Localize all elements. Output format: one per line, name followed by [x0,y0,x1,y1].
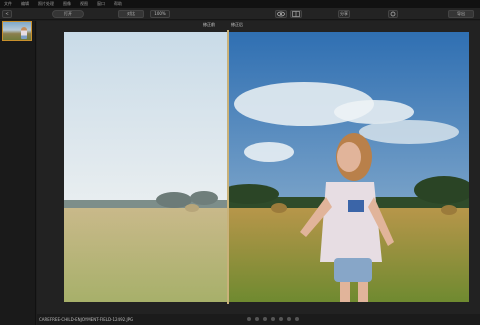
before-label: 修正前 [203,22,215,27]
share-label: 分享 [340,11,348,16]
rating-dot[interactable] [255,317,259,321]
after-image [228,32,469,302]
zoom-select[interactable]: 100% [150,10,170,18]
open-label: 打开 [64,11,72,16]
back-button[interactable]: < [2,10,12,18]
eye-icon[interactable] [275,10,287,18]
before-image [64,32,228,302]
menu-image[interactable]: 图像 [63,0,71,8]
thumbnail-subject [21,27,27,39]
compare-button[interactable]: 对比 [118,10,144,18]
rating-dots[interactable] [247,317,299,321]
rating-dot[interactable] [271,317,275,321]
menu-help[interactable]: 帮助 [114,0,122,8]
share-icon[interactable]: 分享 [338,10,350,18]
after-label: 修正后 [231,22,243,27]
menu-window[interactable]: 窗口 [97,0,105,8]
filename-label: CAREFREE-CHILD-ENJOYMENT-FIELD-12492.JPG [39,317,134,322]
export-button[interactable]: 导出 [448,10,474,18]
open-button[interactable]: 打开 [52,10,84,18]
rating-dot[interactable] [263,317,267,321]
menu-file[interactable]: 文件 [4,0,12,8]
back-icon: < [5,11,9,16]
rating-dot[interactable] [279,317,283,321]
comparison-photo[interactable] [64,32,469,302]
split-view-icon[interactable] [290,10,302,18]
rating-dot[interactable] [247,317,251,321]
menu-photo[interactable]: 照片处理 [38,0,54,8]
menu-edit[interactable]: 编辑 [21,0,29,8]
compare-label: 对比 [127,11,135,16]
toolbar: < 打开 对比 100% 分享 导出 [0,8,480,20]
rating-dot[interactable] [295,317,299,321]
zoom-value: 100% [154,11,166,16]
menu-bar: 文件 编辑 照片处理 图像 视图 窗口 帮助 [0,0,480,8]
export-label: 导出 [457,11,465,16]
thumbnail-sidebar [0,21,36,325]
photo-thumbnail[interactable] [2,21,32,41]
split-divider-handle[interactable] [227,30,229,304]
status-bar: CAREFREE-CHILD-ENJOYMENT-FIELD-12492.JPG [37,314,480,325]
menu-view[interactable]: 视图 [80,0,88,8]
settings-icon[interactable] [388,10,398,18]
rating-dot[interactable] [287,317,291,321]
